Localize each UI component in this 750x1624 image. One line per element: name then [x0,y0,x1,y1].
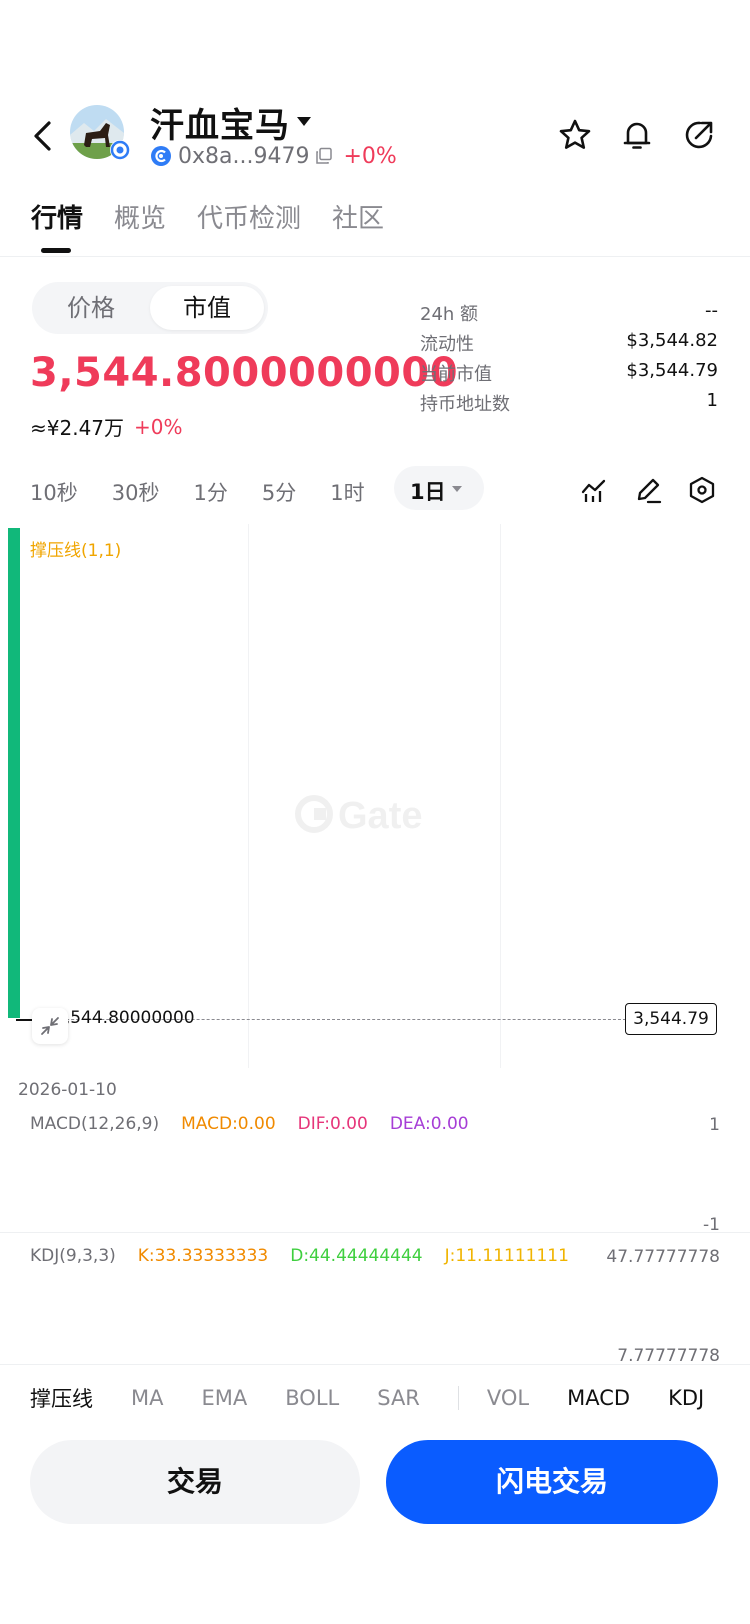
tab-overview[interactable]: 概览 [114,198,166,235]
line-price-label: 3,544.80000000 [54,1008,195,1028]
indicator-tab-ema[interactable]: EMA [201,1386,247,1410]
macd-legend: MACD(12,26,9) MACD:0.00 DIF:0.00 DEA:0.0… [30,1114,469,1134]
bell-icon [623,122,651,149]
value-change: +0% [134,414,183,439]
tab-market[interactable]: 行情 [31,198,83,235]
token-name[interactable]: 汗血宝马 [150,98,290,147]
last-price-tag: 3,544.79 [625,1003,717,1035]
star-icon [559,119,591,149]
indicator-tab-boll[interactable]: BOLL [285,1386,339,1410]
stat-value-market-cap: $3,544.79 [626,360,718,381]
contract-address: 0x8a...9479 [178,143,310,169]
stat-value-liquidity: $3,544.82 [626,330,718,351]
toggle-price[interactable]: 价格 [32,282,150,334]
interval-5m[interactable]: 5分 [262,477,296,507]
indicator-tab-sr[interactable]: 撑压线 [30,1383,93,1413]
kdj-axis-top: 47.77777778 [606,1247,720,1267]
tab-indicator [41,248,71,253]
caret-down-icon[interactable] [296,116,312,128]
divider [457,1386,459,1410]
indicator-button[interactable] [580,476,608,504]
chart-settings-button[interactable] [688,476,716,504]
grid-line [500,524,501,1068]
favorite-button[interactable] [558,118,592,152]
date-label: 2026-01-10 [18,1080,117,1100]
market-cap-value: 3,544.8000000000 [30,350,459,396]
j-value: J:11.11111111 [444,1246,569,1266]
kdj-name: KDJ(9,3,3) [30,1246,116,1266]
stat-label-holders: 持币地址数 [420,394,510,415]
chart-indicator-icon [581,479,606,502]
dif-value: DIF:0.00 [297,1114,368,1134]
copy-icon[interactable] [315,147,333,165]
macd-name: MACD(12,26,9) [30,1114,160,1134]
chain-badge-icon [110,140,130,160]
indicator-tab-kdj[interactable]: KDJ [668,1386,704,1410]
dea-value: DEA:0.00 [389,1114,469,1134]
divider [0,256,750,257]
stat-value-volume: -- [705,300,718,321]
k-value: K:33.33333333 [137,1246,269,1266]
interval-10s[interactable]: 10秒 [30,477,78,507]
kdj-axis-bottom: 7.77777778 [617,1346,720,1366]
indicator-tab-vol[interactable]: VOL [487,1386,529,1410]
sub-value-row: ≈¥2.47万 +0% [30,412,183,441]
main-tabs: 行情 概览 代币检测 社区 [31,196,384,236]
support-resistance-label: 撑压线(1,1) [30,541,122,561]
stat-value-holders: 1 [706,390,718,411]
chevron-left-icon [34,121,51,151]
cny-value: ≈¥2.47万 [30,416,125,440]
indicator-tab-sar[interactable]: SAR [377,1386,420,1410]
grid-line [248,524,249,1068]
interval-1d[interactable]: 1日 [410,476,446,506]
kdj-legend: KDJ(9,3,3) K:33.33333333 D:44.44444444 J… [30,1246,569,1266]
share-icon [685,121,713,149]
price-change: +0% [343,143,397,169]
caret-down-icon [452,486,462,493]
flash-trade-button[interactable]: 闪电交易 [386,1440,718,1524]
divider [0,1232,750,1233]
pencil-icon [637,478,662,504]
candle-bar [8,528,20,1018]
interval-1m[interactable]: 1分 [193,477,227,507]
share-button[interactable] [682,118,716,152]
back-button[interactable] [24,116,64,156]
draw-button[interactable] [634,476,662,504]
tab-token-check[interactable]: 代币检测 [197,198,301,235]
indicator-tab-macd[interactable]: MACD [567,1386,630,1410]
indicator-tabs: 撑压线 MA EMA BOLL SAR VOL MACD KDJ [30,1378,704,1418]
interval-tabs: 10秒 30秒 1分 5分 1时 [30,470,399,514]
stat-label-liquidity: 流动性 [420,334,474,355]
stat-label-volume: 24h 额 [420,304,479,325]
macd-value: MACD:0.00 [181,1114,276,1134]
watermark-text: Gate [338,795,422,837]
indicator-tab-ma[interactable]: MA [131,1386,163,1410]
trade-button[interactable]: 交易 [30,1440,360,1524]
alert-button[interactable] [620,118,654,152]
toggle-market-cap[interactable]: 市值 [150,286,264,330]
chain-icon [150,145,172,167]
divider [0,1364,750,1365]
collapse-chart-button[interactable] [32,1008,68,1044]
gate-watermark: Gate [294,790,454,838]
macd-axis-top: 1 [709,1115,720,1135]
d-value: D:44.44444444 [290,1246,423,1266]
stat-label-market-cap: 当前市值 [420,364,492,385]
interval-30s[interactable]: 30秒 [112,477,160,507]
address-row: 0x8a...9479 +0% [150,142,397,170]
tab-community[interactable]: 社区 [332,198,384,235]
hexagon-settings-icon [689,476,715,504]
collapse-arrows-icon [41,1017,59,1035]
interval-1h[interactable]: 1时 [330,477,364,507]
